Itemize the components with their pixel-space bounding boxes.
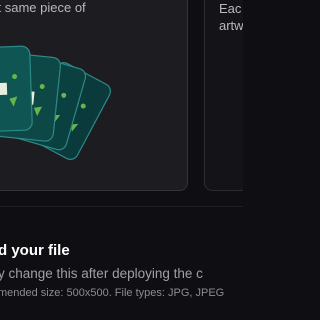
upload-section-note: y change this after deploying the c (0, 266, 203, 281)
stacked-artwork-illustration (0, 45, 111, 160)
edition-option-unique-card[interactable]: Eac artw (204, 0, 243, 191)
description-line: Eac (219, 1, 242, 16)
upload-section-title: d your file (0, 242, 70, 259)
artwork-tile-front (0, 45, 33, 133)
edition-option-same-card[interactable]: ct same piece of (0, 0, 188, 191)
page: ct same piece of Eac artw d your file y … (0, 0, 243, 320)
edition-option-description: Eac artw (219, 0, 243, 34)
section-divider (0, 206, 243, 207)
upload-file-requirements: mended size: 500x500. File types: JPG, J… (0, 287, 225, 299)
edition-option-description: ct same piece of (0, 0, 86, 15)
description-line: artw (219, 18, 243, 33)
